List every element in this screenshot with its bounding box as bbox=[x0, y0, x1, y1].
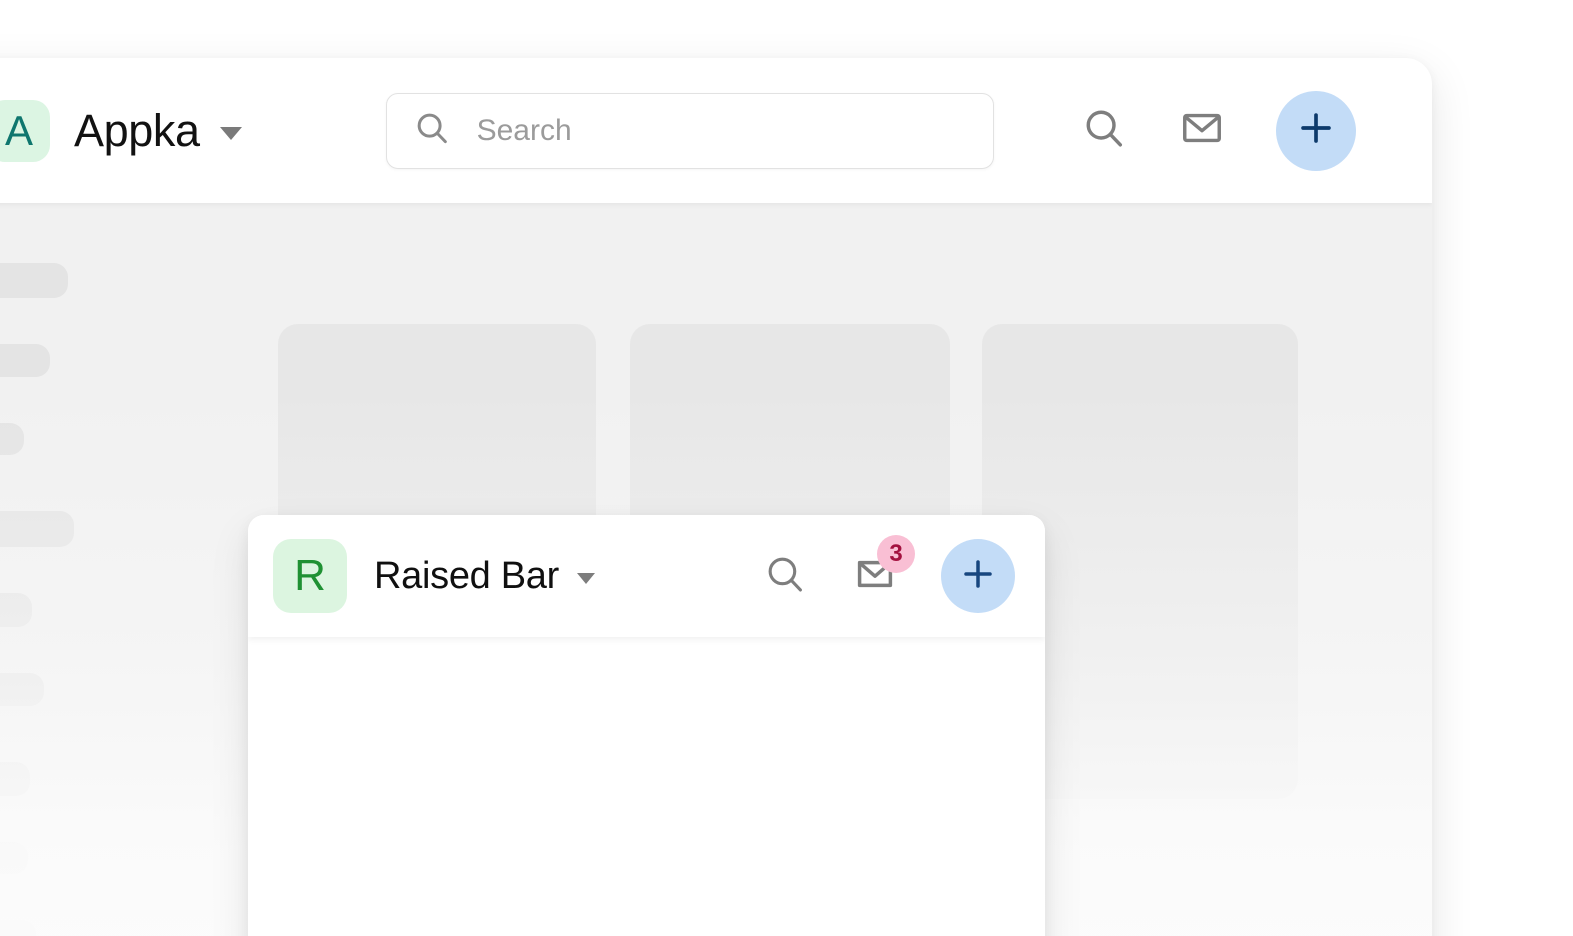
search-input[interactable]: Search bbox=[385, 92, 994, 169]
raised-bar-title: Raised Bar bbox=[374, 554, 559, 597]
search-placeholder-text: Search bbox=[476, 113, 572, 147]
raised-bar-header: R Raised Bar 3 bbox=[248, 515, 1045, 637]
raised-bar-card: R Raised Bar 3 bbox=[248, 515, 1045, 936]
skeleton-bar bbox=[0, 842, 28, 874]
add-button[interactable] bbox=[1276, 90, 1356, 171]
raised-bar-avatar[interactable]: R bbox=[273, 539, 347, 613]
screenshot-stage: A Appka Search R Raised Bar 3 bbox=[0, 0, 1573, 936]
search-button[interactable] bbox=[761, 552, 809, 600]
app-title: Appka bbox=[74, 104, 200, 156]
search-icon bbox=[1081, 105, 1127, 156]
mail-unread-badge: 3 bbox=[877, 535, 915, 573]
mail-button[interactable]: 3 bbox=[851, 535, 915, 600]
top-app-bar: A Appka Search bbox=[0, 58, 1432, 203]
search-button[interactable] bbox=[1080, 107, 1128, 155]
workspace-avatar[interactable]: A bbox=[0, 99, 50, 162]
raised-bar-body bbox=[248, 637, 1045, 936]
skeleton-bar bbox=[0, 673, 44, 706]
add-button[interactable] bbox=[941, 539, 1015, 613]
skeleton-bar bbox=[0, 344, 50, 377]
search-icon bbox=[413, 109, 451, 152]
skeleton-bar bbox=[0, 920, 36, 936]
topbar-action-group bbox=[1080, 90, 1402, 171]
skeleton-bar bbox=[0, 423, 24, 455]
app-content-area: R Raised Bar 3 bbox=[0, 203, 1432, 936]
plus-icon bbox=[958, 554, 998, 599]
raised-bar-action-group: 3 bbox=[761, 535, 1015, 613]
plus-icon bbox=[1295, 107, 1337, 154]
skeleton-bar bbox=[0, 263, 68, 298]
search-icon bbox=[763, 552, 807, 601]
chevron-down-icon[interactable] bbox=[219, 127, 242, 140]
skeleton-bar bbox=[0, 593, 32, 627]
chevron-down-icon[interactable] bbox=[576, 573, 595, 584]
skeleton-bar bbox=[0, 762, 30, 796]
mail-button[interactable] bbox=[1178, 107, 1226, 155]
skeleton-list bbox=[0, 263, 220, 936]
mail-icon bbox=[1179, 105, 1225, 156]
skeleton-bar bbox=[0, 511, 74, 547]
app-window: A Appka Search R Raised Bar 3 bbox=[0, 58, 1432, 936]
